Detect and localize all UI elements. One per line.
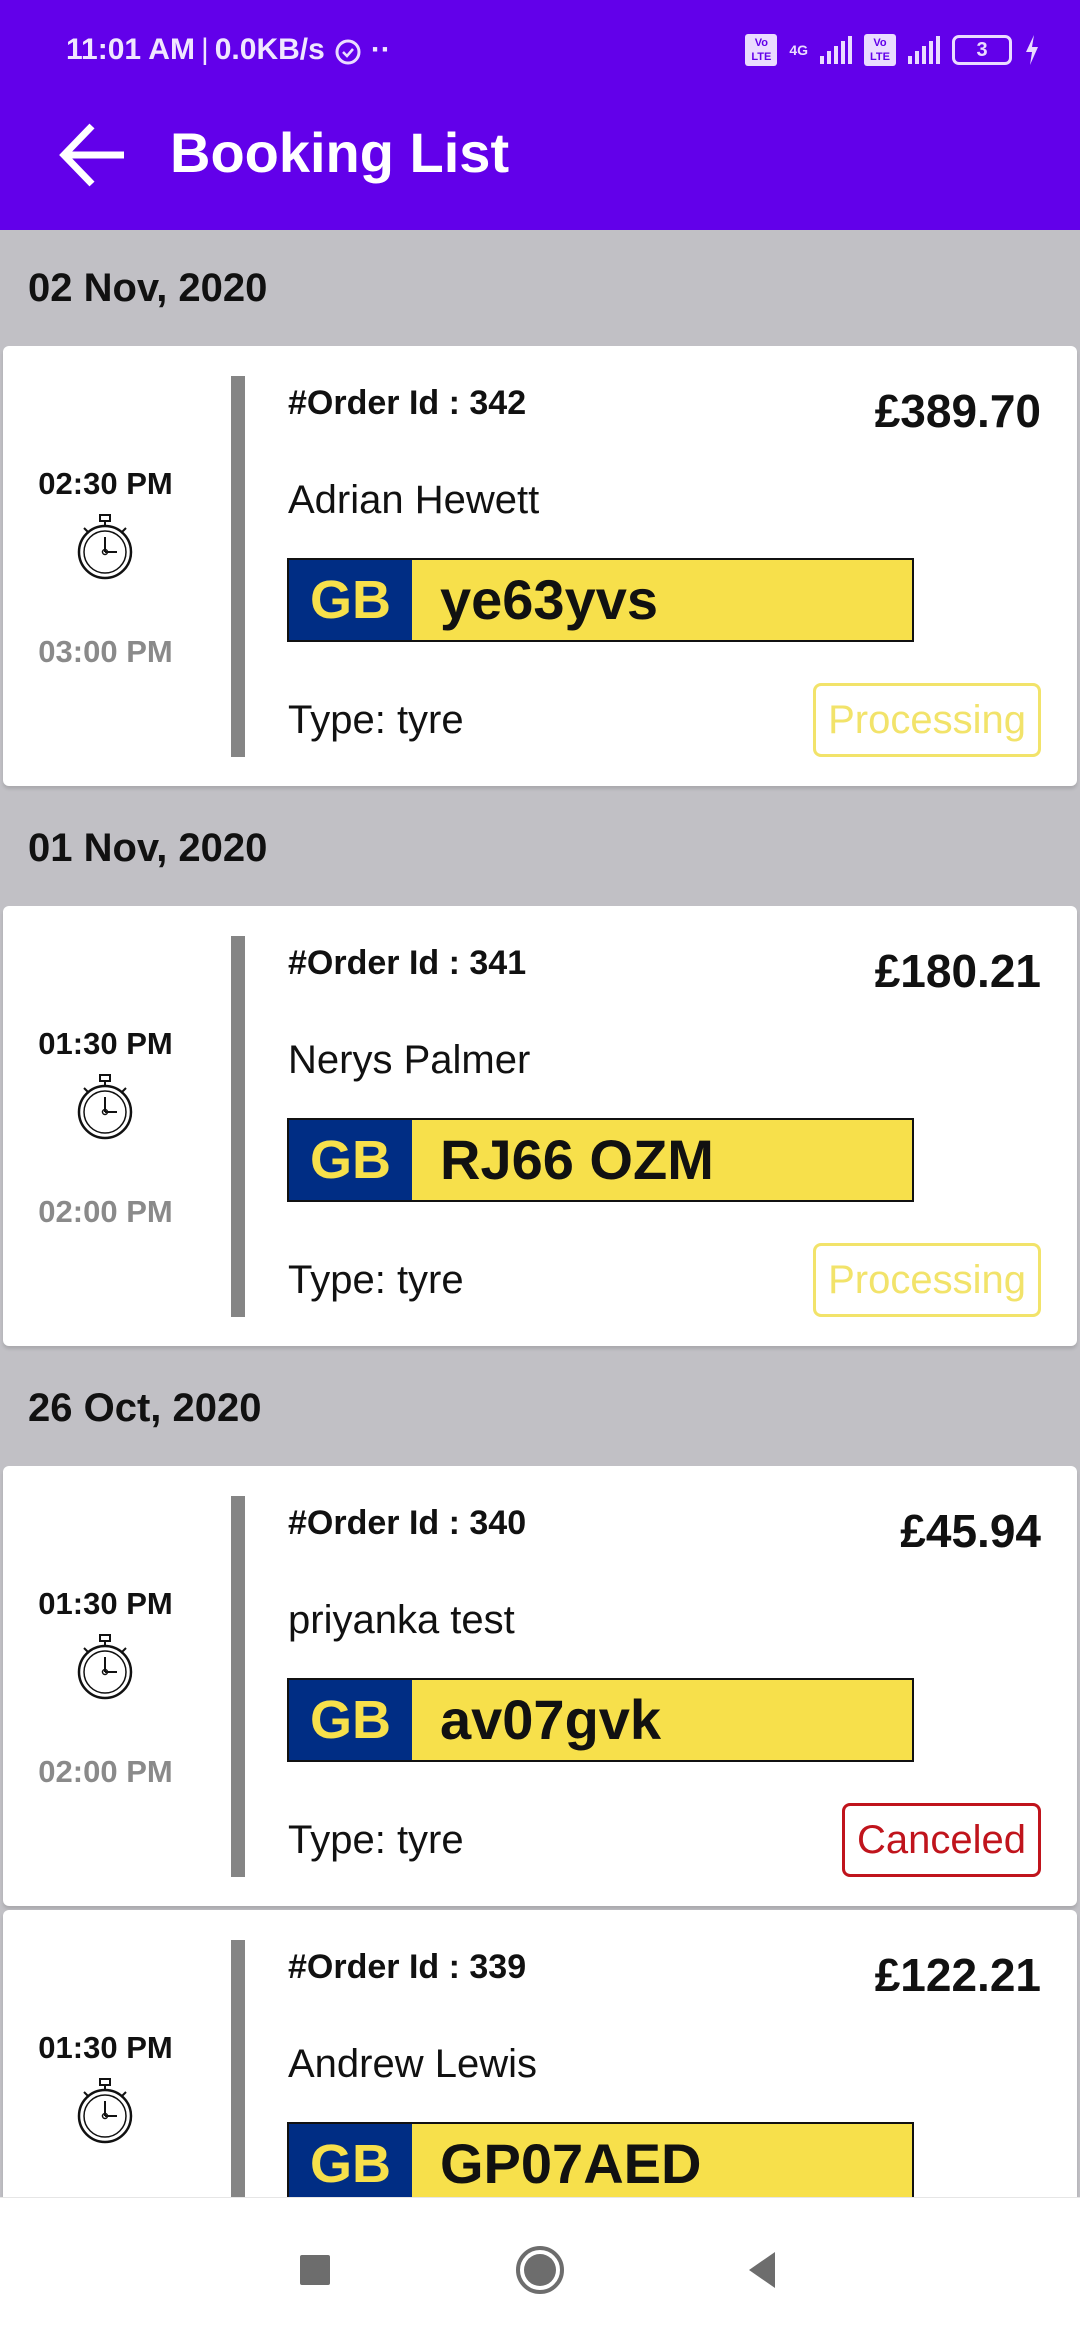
plate-number: RJ66 OZM bbox=[440, 1128, 714, 1191]
date-header: 26 Oct, 2020 bbox=[0, 1350, 1080, 1466]
license-plate: GB GP07AED bbox=[287, 2122, 914, 2197]
end-time: 03:00 PM bbox=[38, 634, 173, 669]
order-id: #Order Id : 339 bbox=[288, 1948, 527, 1986]
end-time: 02:00 PM bbox=[38, 1194, 173, 1229]
start-time: 01:30 PM bbox=[38, 1026, 173, 1061]
license-plate: GB ye63yvs bbox=[287, 558, 914, 642]
signal-icon-2 bbox=[908, 36, 940, 64]
end-time: 02:00 PM bbox=[38, 1754, 173, 1789]
plate-country: GB bbox=[289, 2124, 412, 2197]
service-type: Type: tyre bbox=[288, 698, 464, 742]
status-net-speed: 0.0KB/s bbox=[214, 33, 325, 66]
booking-card[interactable]: 01:30 PM 02:00 PM #Order Id : 341 £180.21 Ne… bbox=[3, 906, 1077, 1346]
start-time: 01:30 PM bbox=[38, 1586, 173, 1621]
booking-card[interactable]: 02:30 PM 03:00 PM #Order Id : 342 £389.70 Ad… bbox=[3, 346, 1077, 786]
app-bar: 11:01 AM | 0.0KB/s ·· Vo LTE 4G Vo LTE 3… bbox=[0, 0, 1080, 230]
date-header: 01 Nov, 2020 bbox=[0, 790, 1080, 906]
signal-icon bbox=[820, 36, 852, 64]
start-time: 02:30 PM bbox=[38, 466, 173, 501]
page-title: Booking List bbox=[170, 121, 510, 184]
order-price: £389.70 bbox=[874, 385, 1041, 437]
stopwatch-icon bbox=[76, 2078, 134, 2144]
customer-name: priyanka test bbox=[288, 1598, 515, 1642]
plate-number: GP07AED bbox=[440, 2132, 702, 2195]
booking-card[interactable]: 01:30 PM 02:00 PM #Order Id : 340 £45.94 pri… bbox=[3, 1466, 1077, 1906]
plate-country: GB bbox=[289, 560, 412, 640]
network-type: 4G bbox=[789, 42, 808, 58]
divider bbox=[231, 936, 245, 1317]
status-time: 11:01 AM bbox=[66, 33, 195, 66]
plate-country: GB bbox=[289, 1680, 412, 1760]
battery-icon: 3 bbox=[952, 35, 1012, 65]
alarm-icon bbox=[335, 39, 361, 65]
status-bar: 11:01 AM | 0.0KB/s ·· Vo LTE 4G Vo LTE 3 bbox=[66, 30, 1040, 70]
volte-icon-2: Vo LTE bbox=[864, 34, 896, 66]
volte-icon: Vo LTE bbox=[745, 34, 778, 66]
circle-icon[interactable] bbox=[505, 2238, 575, 2302]
plate-country: GB bbox=[289, 1120, 412, 1200]
booking-list[interactable]: 02 Nov, 2020 02:30 PM 03:00 PM #Order Id : … bbox=[0, 230, 1080, 2197]
license-plate: GB RJ66 OZM bbox=[287, 1118, 914, 1202]
charging-icon bbox=[1026, 35, 1038, 65]
order-id: #Order Id : 342 bbox=[288, 384, 527, 422]
triangle-back-icon[interactable] bbox=[725, 2238, 795, 2302]
start-time: 01:30 PM bbox=[38, 2030, 173, 2065]
booking-card[interactable]: 01:30 PM02:00 PM#Order Id : 339£122.21An… bbox=[3, 1910, 1077, 2197]
divider bbox=[231, 376, 245, 757]
date-header: 02 Nov, 2020 bbox=[0, 230, 1080, 346]
customer-name: Nerys Palmer bbox=[288, 1038, 531, 1082]
license-plate: GB av07gvk bbox=[287, 1678, 914, 1762]
status-badge: Processing bbox=[813, 1243, 1041, 1317]
order-price: £122.21 bbox=[874, 1949, 1041, 2001]
customer-name: Andrew Lewis bbox=[288, 2042, 538, 2086]
divider bbox=[231, 1940, 245, 2197]
service-type: Type: tyre bbox=[288, 1818, 464, 1862]
more-notifications-icon: ·· bbox=[370, 33, 391, 66]
status-badge: Processing bbox=[813, 683, 1041, 757]
arrow-left-icon[interactable] bbox=[58, 122, 128, 188]
plate-number: ye63yvs bbox=[440, 568, 659, 631]
stopwatch-icon bbox=[76, 514, 134, 580]
order-id: #Order Id : 341 bbox=[288, 944, 527, 982]
customer-name: Adrian Hewett bbox=[288, 478, 540, 522]
order-price: £45.94 bbox=[900, 1505, 1041, 1557]
order-price: £180.21 bbox=[874, 945, 1041, 997]
order-id: #Order Id : 340 bbox=[288, 1504, 527, 1542]
service-type: Type: tyre bbox=[288, 1258, 464, 1302]
status-badge: Canceled bbox=[841, 1803, 1041, 1877]
stopwatch-icon bbox=[76, 1074, 134, 1140]
plate-number: av07gvk bbox=[440, 1688, 662, 1751]
system-nav-bar bbox=[0, 2197, 1080, 2340]
stopwatch-icon bbox=[76, 1634, 134, 1700]
divider bbox=[231, 1496, 245, 1877]
square-icon[interactable] bbox=[280, 2238, 350, 2302]
